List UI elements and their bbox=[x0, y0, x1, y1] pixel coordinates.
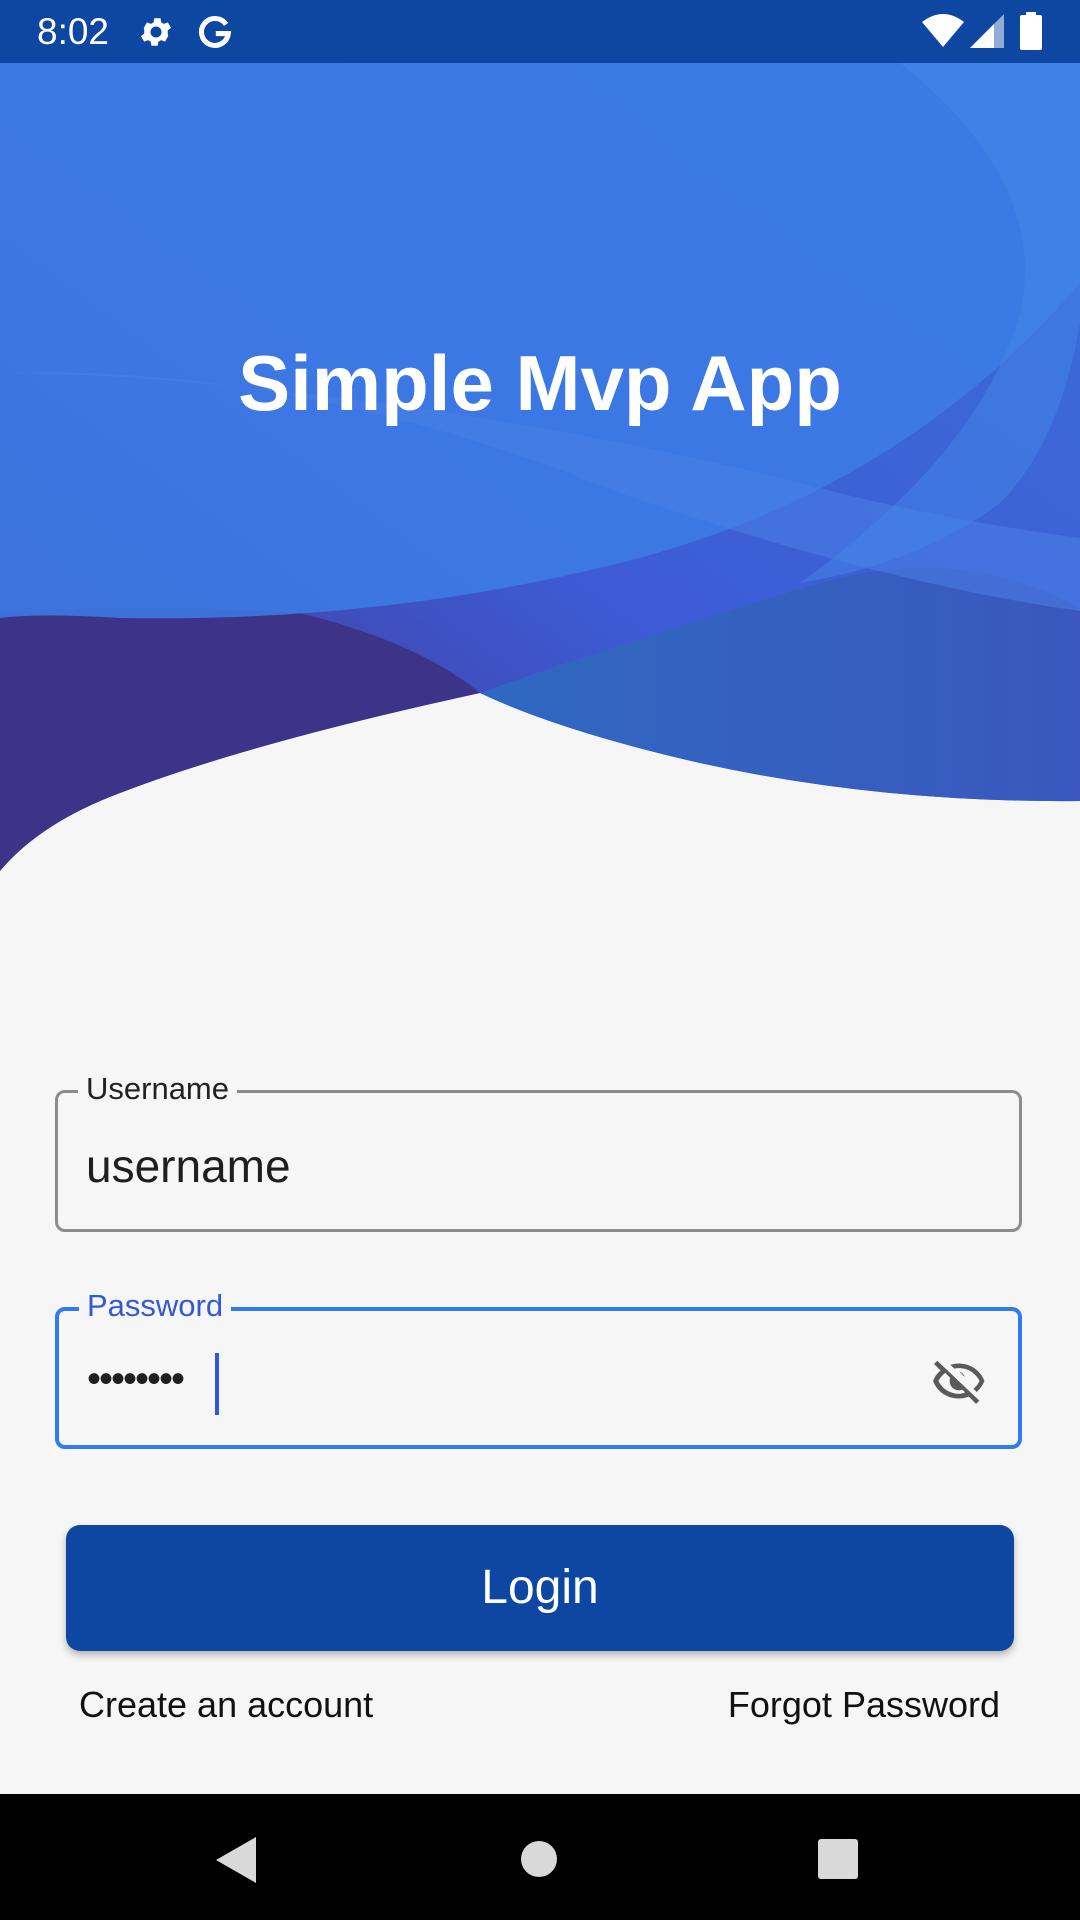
login-button[interactable]: Login bbox=[66, 1525, 1014, 1651]
login-screen: 8:02 Simple Mvp App Username username Pa… bbox=[0, 0, 1080, 1920]
password-input[interactable]: •••••••• bbox=[87, 1349, 185, 1409]
home-icon[interactable] bbox=[520, 1840, 558, 1883]
password-field[interactable]: Password •••••••• bbox=[55, 1288, 1022, 1449]
create-account-link[interactable]: Create an account bbox=[79, 1683, 373, 1727]
cell-signal-icon bbox=[970, 14, 1004, 53]
app-title: Simple Mvp App bbox=[238, 339, 842, 427]
recents-icon[interactable] bbox=[818, 1839, 858, 1884]
battery-icon bbox=[1020, 12, 1042, 55]
wifi-icon bbox=[922, 14, 964, 53]
gear-icon bbox=[137, 13, 175, 56]
status-time: 8:02 bbox=[37, 11, 110, 52]
back-icon[interactable] bbox=[216, 1837, 258, 1888]
text-cursor bbox=[215, 1353, 219, 1415]
navigation-bar bbox=[0, 1794, 1080, 1920]
username-input[interactable]: username bbox=[86, 1139, 291, 1193]
forgot-password-link[interactable]: Forgot Password bbox=[728, 1683, 1000, 1727]
username-field[interactable]: Username username bbox=[55, 1071, 1022, 1232]
status-bar: 8:02 bbox=[0, 0, 1080, 63]
eye-off-icon[interactable] bbox=[928, 1353, 990, 1409]
username-label: Username bbox=[78, 1071, 237, 1107]
password-label: Password bbox=[79, 1288, 232, 1324]
header-wave-background bbox=[0, 63, 1080, 883]
google-icon bbox=[196, 13, 234, 56]
